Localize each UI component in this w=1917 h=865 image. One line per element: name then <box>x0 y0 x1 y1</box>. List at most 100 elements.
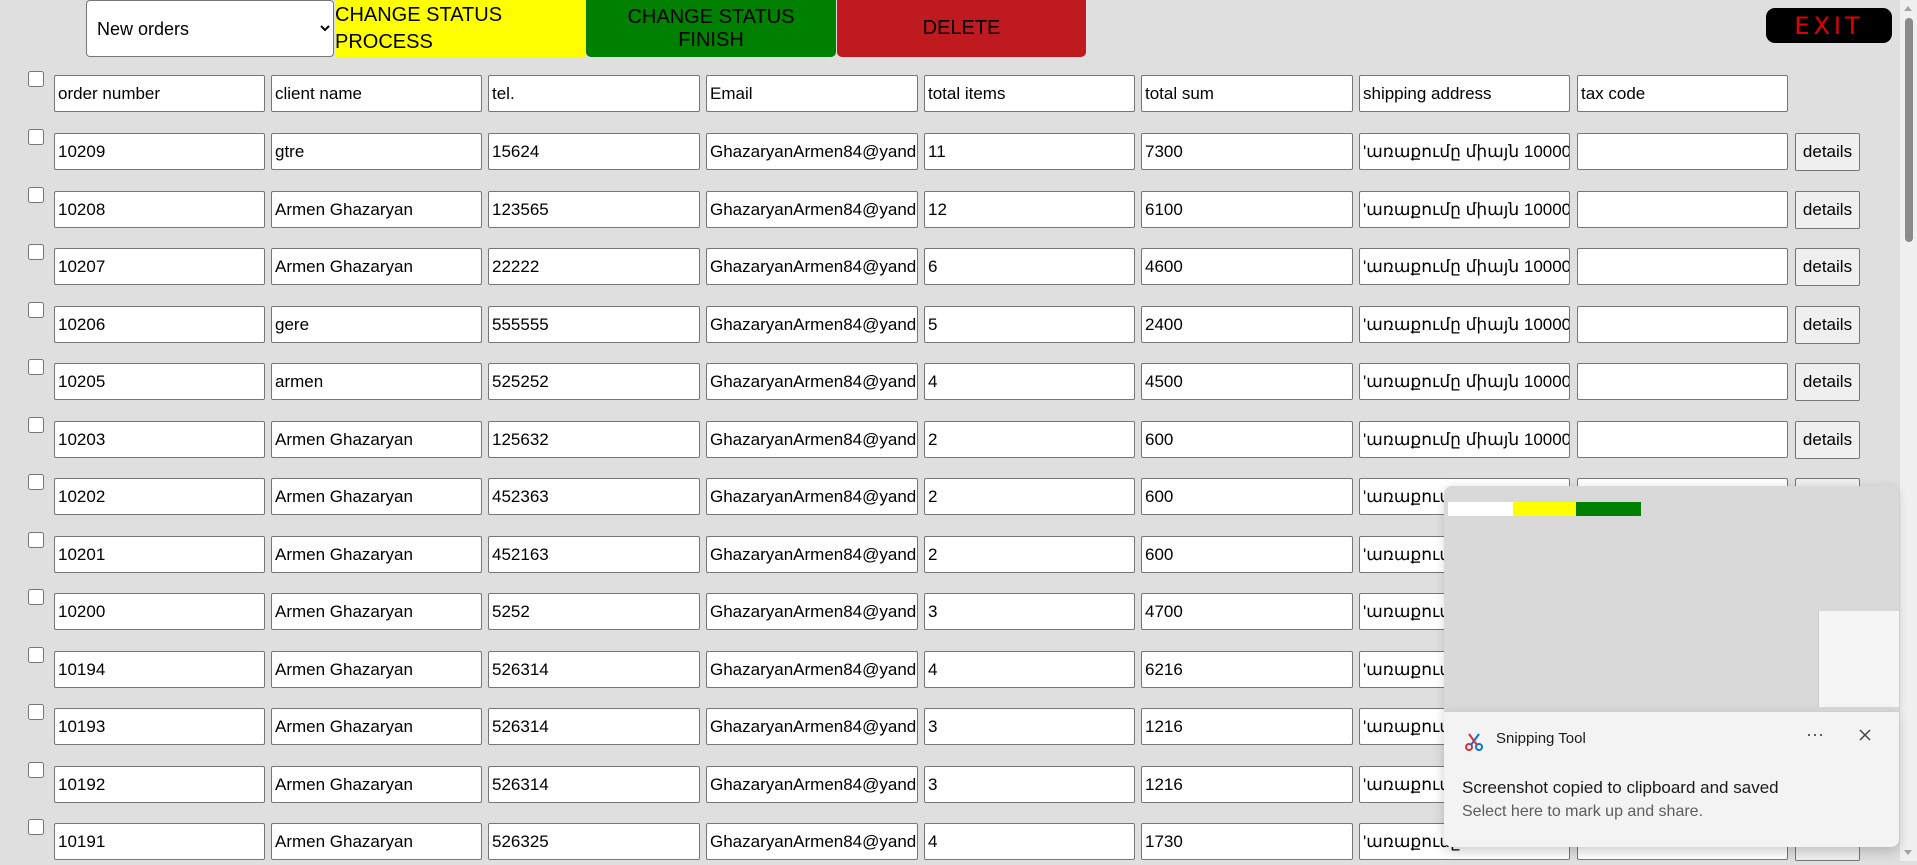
order-number-field[interactable]: 10200 <box>54 593 265 630</box>
row-checkbox[interactable] <box>28 302 44 318</box>
tax-code-field[interactable] <box>1577 133 1788 170</box>
client-name-field[interactable]: Armen Ghazaryan <box>271 823 482 860</box>
total-sum-field[interactable]: 7300 <box>1141 133 1353 170</box>
client-name-field[interactable]: gtre <box>271 133 482 170</box>
client-name-field[interactable]: armen <box>271 363 482 400</box>
total-items-field[interactable]: 2 <box>924 478 1135 515</box>
screenshot-preview[interactable] <box>1444 486 1899 712</box>
tax-code-field[interactable] <box>1577 306 1788 343</box>
tel-field[interactable]: 526314 <box>488 708 700 745</box>
tel-field[interactable]: 526314 <box>488 766 700 803</box>
total-sum-field[interactable]: 600 <box>1141 536 1353 573</box>
more-options-icon[interactable]: ··· <box>1806 724 1824 745</box>
total-items-field[interactable]: 5 <box>924 306 1135 343</box>
order-number-field[interactable]: 10194 <box>54 651 265 688</box>
scrollbar-thumb[interactable] <box>1905 18 1913 242</box>
total-items-field[interactable]: 3 <box>924 593 1135 630</box>
email-field[interactable]: GhazaryanArmen84@yand <box>706 823 918 860</box>
order-number-field[interactable]: 10202 <box>54 478 265 515</box>
row-checkbox[interactable] <box>28 359 44 375</box>
email-field[interactable]: GhazaryanArmen84@yand <box>706 363 918 400</box>
total-items-field[interactable]: 11 <box>924 133 1135 170</box>
total-sum-field[interactable]: 4500 <box>1141 363 1353 400</box>
total-sum-field[interactable]: 1216 <box>1141 766 1353 803</box>
delete-button[interactable]: DELETE <box>837 0 1086 57</box>
total-sum-field[interactable]: 6216 <box>1141 651 1353 688</box>
total-sum-field[interactable]: 600 <box>1141 478 1353 515</box>
tel-field[interactable]: 525252 <box>488 363 700 400</box>
client-name-field[interactable]: gere <box>271 306 482 343</box>
total-sum-field[interactable]: 1216 <box>1141 708 1353 745</box>
tax-code-field[interactable] <box>1577 191 1788 228</box>
close-icon[interactable] <box>1854 724 1876 746</box>
total-items-field[interactable]: 2 <box>924 421 1135 458</box>
tax-code-field[interactable] <box>1577 363 1788 400</box>
total-items-field[interactable]: 3 <box>924 766 1135 803</box>
email-field[interactable]: GhazaryanArmen84@yand <box>706 651 918 688</box>
total-sum-field[interactable]: 2400 <box>1141 306 1353 343</box>
total-sum-field[interactable]: 6100 <box>1141 191 1353 228</box>
client-name-field[interactable]: Armen Ghazaryan <box>271 421 482 458</box>
total-items-field[interactable]: 4 <box>924 651 1135 688</box>
row-checkbox[interactable] <box>28 532 44 548</box>
total-items-field[interactable]: 4 <box>924 363 1135 400</box>
row-checkbox[interactable] <box>28 244 44 260</box>
total-items-field[interactable]: 12 <box>924 191 1135 228</box>
order-number-field[interactable]: 10191 <box>54 823 265 860</box>
order-number-field[interactable]: 10203 <box>54 421 265 458</box>
total-items-field[interactable]: 6 <box>924 248 1135 285</box>
order-number-field[interactable]: 10192 <box>54 766 265 803</box>
order-number-field[interactable]: 10209 <box>54 133 265 170</box>
details-button[interactable]: details <box>1795 133 1860 171</box>
details-button[interactable]: details <box>1795 248 1860 286</box>
tax-code-field[interactable] <box>1577 248 1788 285</box>
shipping-address-field[interactable]: 'առաքումը միայն 10000 դր <box>1359 363 1570 400</box>
row-checkbox[interactable] <box>28 187 44 203</box>
tel-field[interactable]: 526325 <box>488 823 700 860</box>
total-sum-field[interactable]: 600 <box>1141 421 1353 458</box>
order-number-field[interactable]: 10205 <box>54 363 265 400</box>
order-status-select[interactable]: New orders <box>86 0 334 57</box>
email-field[interactable]: GhazaryanArmen84@yand <box>706 421 918 458</box>
total-sum-field[interactable]: 4700 <box>1141 593 1353 630</box>
change-status-finish-button[interactable]: CHANGE STATUS FINISH <box>586 0 836 57</box>
scroll-down-arrow-icon[interactable] <box>1904 850 1912 855</box>
tel-field[interactable]: 125632 <box>488 421 700 458</box>
select-all-checkbox[interactable] <box>28 71 44 87</box>
details-button[interactable]: details <box>1795 421 1860 459</box>
client-name-field[interactable]: Armen Ghazaryan <box>271 651 482 688</box>
shipping-address-field[interactable]: 'առաքումը միայն 10000 դր <box>1359 133 1570 170</box>
change-status-process-button[interactable]: CHANGE STATUS PROCESS <box>335 0 586 57</box>
shipping-address-field[interactable]: 'առաքումը միայն 10000 դր <box>1359 248 1570 285</box>
row-checkbox[interactable] <box>28 417 44 433</box>
exit-button[interactable]: EXIT <box>1766 8 1892 43</box>
snipping-tool-notification[interactable]: Snipping Tool ··· Screenshot copied to c… <box>1444 712 1899 847</box>
email-field[interactable]: GhazaryanArmen84@yand <box>706 478 918 515</box>
client-name-field[interactable]: Armen Ghazaryan <box>271 536 482 573</box>
total-items-field[interactable]: 4 <box>924 823 1135 860</box>
tel-field[interactable]: 5252 <box>488 593 700 630</box>
tel-field[interactable]: 452363 <box>488 478 700 515</box>
row-checkbox[interactable] <box>28 647 44 663</box>
email-field[interactable]: GhazaryanArmen84@yand <box>706 191 918 228</box>
details-button[interactable]: details <box>1795 363 1860 401</box>
email-field[interactable]: GhazaryanArmen84@yand <box>706 766 918 803</box>
email-field[interactable]: GhazaryanArmen84@yand <box>706 708 918 745</box>
row-checkbox[interactable] <box>28 589 44 605</box>
email-field[interactable]: GhazaryanArmen84@yand <box>706 306 918 343</box>
client-name-field[interactable]: Armen Ghazaryan <box>271 766 482 803</box>
total-items-field[interactable]: 2 <box>924 536 1135 573</box>
order-number-field[interactable]: 10207 <box>54 248 265 285</box>
shipping-address-field[interactable]: 'առաքումը միայն 10000 դր <box>1359 421 1570 458</box>
details-button[interactable]: details <box>1795 306 1860 344</box>
row-checkbox[interactable] <box>28 474 44 490</box>
order-number-field[interactable]: 10206 <box>54 306 265 343</box>
client-name-field[interactable]: Armen Ghazaryan <box>271 708 482 745</box>
vertical-scrollbar[interactable] <box>1900 0 1917 861</box>
client-name-field[interactable]: Armen Ghazaryan <box>271 248 482 285</box>
client-name-field[interactable]: Armen Ghazaryan <box>271 191 482 228</box>
tel-field[interactable]: 555555 <box>488 306 700 343</box>
email-field[interactable]: GhazaryanArmen84@yand <box>706 536 918 573</box>
details-button[interactable]: details <box>1795 191 1860 229</box>
row-checkbox[interactable] <box>28 819 44 835</box>
